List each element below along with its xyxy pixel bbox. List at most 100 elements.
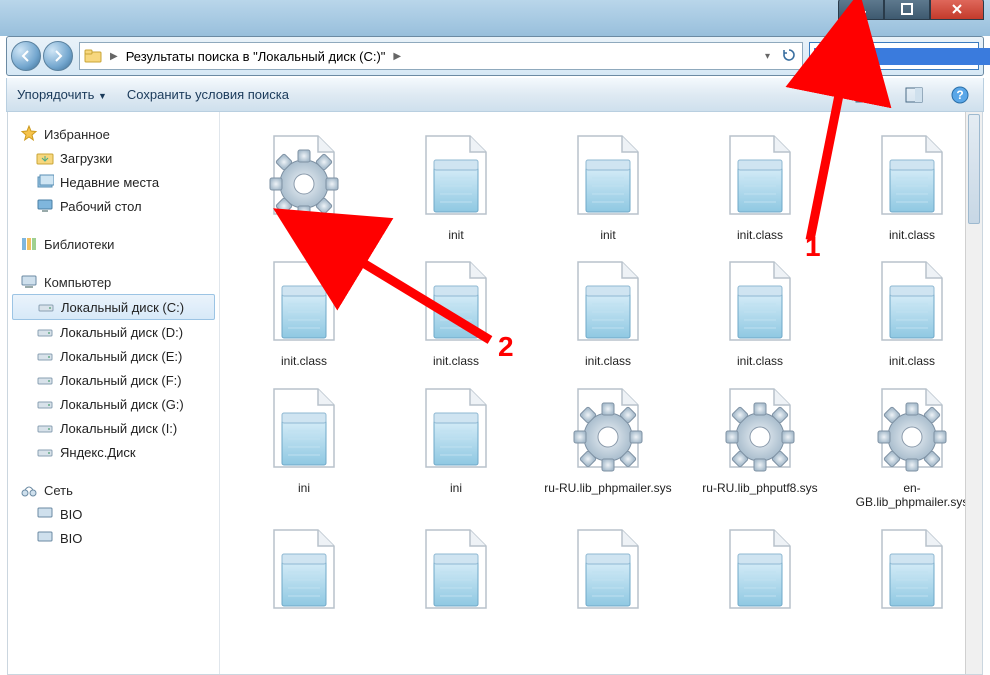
file-label: init.class	[585, 354, 631, 368]
sidebar-label: Компьютер	[44, 275, 111, 290]
drive-icon	[36, 395, 54, 413]
sidebar-head-favorites[interactable]: Избранное	[8, 122, 219, 146]
sidebar-item-drive[interactable]: Локальный диск (I:)	[8, 416, 219, 440]
sidebar-item-label: Локальный диск (D:)	[60, 325, 183, 340]
file-item[interactable]: ini	[382, 383, 530, 510]
file-item[interactable]	[382, 524, 530, 622]
file-item[interactable]: init.class	[230, 256, 378, 368]
sidebar-head-libraries[interactable]: Библиотеки	[8, 232, 219, 256]
sidebar-group-favorites: Избранное Загрузки Недавние места Рабочи…	[8, 122, 219, 218]
address-bar[interactable]: ▶ Результаты поиска в "Локальный диск (C…	[79, 42, 803, 70]
sidebar-item-network-pc[interactable]: BIO	[8, 526, 219, 550]
sidebar-head-computer[interactable]: Компьютер	[8, 270, 219, 294]
file-label: ru-RU.lib_phpmailer.sys	[544, 481, 671, 495]
folder-icon	[36, 149, 54, 167]
drive-icon	[36, 323, 54, 341]
organize-menu[interactable]: Упорядочить ▼	[17, 87, 107, 102]
toolbar: Упорядочить ▼ Сохранить условия поиска ▼…	[6, 78, 984, 112]
network-icon	[20, 481, 38, 499]
search-input[interactable]	[814, 48, 990, 65]
file-label: ru-RU.lib_phputf8.sys	[702, 481, 817, 495]
close-button[interactable]	[930, 0, 984, 20]
sidebar-item-drive[interactable]: Локальный диск (F:)	[8, 368, 219, 392]
computer-icon	[36, 529, 54, 547]
sidebar-item-label: Локальный диск (C:)	[61, 300, 184, 315]
notepad-file-icon	[256, 524, 352, 620]
file-label: init.class	[281, 354, 327, 368]
file-label: init.class	[737, 354, 783, 368]
drive-icon	[37, 298, 55, 316]
sidebar-item-drive[interactable]: Локальный диск (C:)	[12, 294, 215, 320]
svg-text:?: ?	[956, 88, 963, 102]
search-box[interactable]: ✕	[809, 42, 979, 70]
yadisk-icon	[36, 443, 54, 461]
star-icon	[20, 125, 38, 143]
file-item[interactable]	[838, 524, 982, 622]
file-item[interactable]: ru-RU.lib_phputf8.sys	[686, 383, 834, 510]
help-button[interactable]: ?	[947, 84, 973, 106]
file-label: init	[448, 228, 463, 242]
file-item[interactable]	[230, 524, 378, 622]
notepad-file-icon	[408, 256, 504, 352]
history-dropdown-icon[interactable]: ▾	[761, 51, 774, 62]
save-search-button[interactable]: Сохранить условия поиска	[127, 87, 289, 102]
breadcrumb[interactable]: Результаты поиска в "Локальный диск (C:)…	[126, 49, 386, 64]
preview-pane-button[interactable]	[901, 84, 927, 106]
sidebar-group-computer: Компьютер Локальный диск (C:) Локальный д…	[8, 270, 219, 464]
vertical-scrollbar[interactable]	[965, 112, 982, 674]
drive-icon	[36, 347, 54, 365]
file-label: ini	[450, 481, 462, 495]
file-item[interactable]: init	[534, 130, 682, 242]
refresh-icon[interactable]	[780, 48, 798, 65]
file-label: init.class	[889, 354, 935, 368]
file-item[interactable]: init	[382, 130, 530, 242]
file-item[interactable]: init.class	[838, 130, 982, 242]
gear-file-icon	[256, 130, 352, 226]
forward-button[interactable]	[43, 41, 73, 71]
sidebar-item-label: Локальный диск (E:)	[60, 349, 182, 364]
maximize-button[interactable]	[884, 0, 930, 20]
file-item[interactable]: init.class	[382, 256, 530, 368]
sidebar-group-network: Сеть BIO BIO	[8, 478, 219, 550]
file-item[interactable]	[534, 524, 682, 622]
scrollbar-thumb[interactable]	[968, 114, 980, 224]
file-item[interactable]: ru-RU.lib_phpmailer.sys	[534, 383, 682, 510]
chevron-down-icon: ▼	[98, 91, 107, 101]
sidebar-item-downloads[interactable]: Загрузки	[8, 146, 219, 170]
file-label: ini	[298, 481, 310, 495]
drive-icon	[36, 371, 54, 389]
drive-icon	[36, 419, 54, 437]
sidebar-item-drive[interactable]: Локальный диск (E:)	[8, 344, 219, 368]
file-item[interactable]: ini	[230, 383, 378, 510]
file-item[interactable]: init.class	[838, 256, 982, 368]
sidebar-item-network-pc[interactable]: BIO	[8, 502, 219, 526]
sidebar-head-network[interactable]: Сеть	[8, 478, 219, 502]
notepad-file-icon	[712, 256, 808, 352]
sidebar-item-drive[interactable]: Яндекс.Диск	[8, 440, 219, 464]
notepad-file-icon	[712, 524, 808, 620]
gear-file-icon	[560, 383, 656, 479]
sidebar-group-libraries: Библиотеки	[8, 232, 219, 256]
file-item[interactable]	[686, 524, 834, 622]
back-button[interactable]	[11, 41, 41, 71]
sidebar-item-label: Локальный диск (F:)	[60, 373, 182, 388]
notepad-file-icon	[864, 524, 960, 620]
view-options-button[interactable]: ▼	[855, 84, 881, 106]
sidebar-item-drive[interactable]: Локальный диск (G:)	[8, 392, 219, 416]
sidebar-item-recent[interactable]: Недавние места	[8, 170, 219, 194]
minimize-button[interactable]	[838, 0, 884, 20]
file-pane[interactable]: phpinitinitinit.classinit.classinit.clas…	[220, 112, 982, 674]
sidebar-item-label: Загрузки	[60, 151, 112, 166]
file-item[interactable]: init.class	[686, 130, 834, 242]
sidebar-item-desktop[interactable]: Рабочий стол	[8, 194, 219, 218]
file-item[interactable]: init.class	[534, 256, 682, 368]
libraries-icon	[20, 235, 38, 253]
desktop-icon	[36, 197, 54, 215]
file-item[interactable]: init.class	[686, 256, 834, 368]
sidebar-item-label: BIO	[60, 531, 82, 546]
notepad-file-icon	[408, 130, 504, 226]
gear-file-icon	[712, 383, 808, 479]
file-item[interactable]: php	[230, 130, 378, 242]
file-item[interactable]: en-GB.lib_phpmailer.sys	[838, 383, 982, 510]
sidebar-item-drive[interactable]: Локальный диск (D:)	[8, 320, 219, 344]
